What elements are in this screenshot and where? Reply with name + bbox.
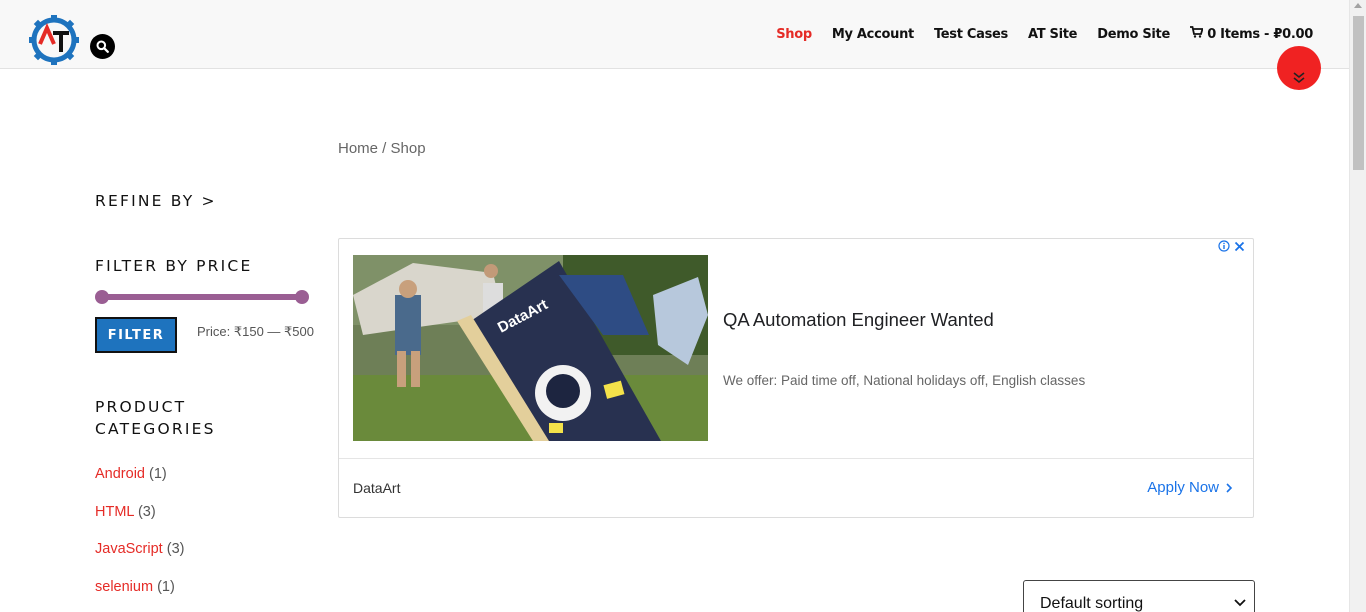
breadcrumb-separator: /	[378, 140, 391, 157]
price-slider-min-handle[interactable]	[95, 290, 109, 304]
ad-divider	[339, 458, 1253, 459]
nav-at-site[interactable]: AT Site	[1028, 27, 1078, 42]
category-link-javascript[interactable]: JavaScript	[95, 541, 163, 557]
breadcrumb-home[interactable]: Home	[338, 140, 378, 157]
cart-label: 0 Items - ₽0.00	[1207, 27, 1313, 42]
filter-by-price-heading: FILTER BY PRICE	[95, 257, 253, 275]
category-count: (1)	[149, 466, 167, 482]
list-item: selenium (1)	[95, 579, 184, 612]
cart-icon	[1189, 26, 1204, 38]
price-slider-track[interactable]	[101, 294, 302, 300]
double-chevron-down-icon	[1293, 72, 1305, 84]
ad-apply-button[interactable]: Apply Now	[1147, 479, 1233, 496]
main-nav: Shop My Account Test Cases AT Site Demo …	[756, 26, 1313, 42]
page-scrollbar[interactable]	[1349, 0, 1366, 612]
price-range-label: Price: ₹150 — ₹500	[197, 324, 314, 339]
nav-shop[interactable]: Shop	[776, 27, 812, 42]
sorting-select[interactable]: Default sorting	[1023, 580, 1255, 612]
site-logo-icon[interactable]	[28, 14, 80, 66]
refine-by-heading[interactable]: REFINE BY >	[95, 190, 217, 212]
ad-description: We offer: Paid time off, National holida…	[723, 373, 1086, 388]
price-slider-max-handle[interactable]	[295, 290, 309, 304]
list-item: JavaScript (3)	[95, 541, 184, 579]
breadcrumb-current: Shop	[390, 140, 426, 157]
sorting-selected-value: Default sorting	[1040, 595, 1144, 612]
ad-image[interactable]: DataArt	[353, 255, 708, 441]
ad-advertiser[interactable]: DataArt	[353, 480, 400, 496]
category-count: (3)	[137, 503, 156, 520]
category-count: (3)	[166, 541, 185, 557]
ad-info-icon[interactable]	[1218, 240, 1230, 252]
category-link-android[interactable]: Android	[95, 466, 145, 482]
category-list: Android (1) HTML (3) JavaScript (3) sele…	[95, 466, 184, 612]
product-categories-heading: PRODUCT CATEGORIES	[95, 398, 216, 438]
page: Shop My Account Test Cases AT Site Demo …	[0, 0, 1366, 612]
list-item: Android (1)	[95, 466, 184, 504]
category-link-selenium[interactable]: selenium	[95, 579, 153, 595]
filter-button[interactable]: FILTER	[95, 317, 177, 353]
chevron-down-icon	[1234, 599, 1246, 607]
category-count: (1)	[157, 578, 175, 595]
nav-demo-site[interactable]: Demo Site	[1097, 27, 1170, 42]
scrollbar-thumb[interactable]	[1353, 16, 1364, 170]
ad-close-icon[interactable]	[1234, 241, 1245, 252]
ad-apply-label: Apply Now	[1147, 479, 1219, 496]
chevron-right-icon	[1226, 482, 1233, 493]
scroll-up-arrow-icon[interactable]	[1354, 3, 1362, 8]
ad-controls	[1218, 240, 1245, 252]
nav-my-account[interactable]: My Account	[832, 27, 914, 42]
ad-title[interactable]: QA Automation Engineer Wanted	[723, 309, 994, 331]
list-item: HTML (3)	[95, 504, 184, 542]
nav-test-cases[interactable]: Test Cases	[934, 27, 1008, 42]
breadcrumb: Home / Shop	[338, 140, 426, 157]
site-header: Shop My Account Test Cases AT Site Demo …	[0, 0, 1349, 69]
cart-link[interactable]: 0 Items - ₽0.00	[1189, 26, 1313, 42]
category-link-html[interactable]: HTML	[95, 504, 134, 520]
ad-banner[interactable]: DataArt QA Automation Engineer Wanted We…	[338, 238, 1254, 518]
search-button[interactable]	[90, 34, 115, 59]
scroll-down-button[interactable]	[1277, 46, 1321, 90]
search-icon	[96, 40, 109, 53]
